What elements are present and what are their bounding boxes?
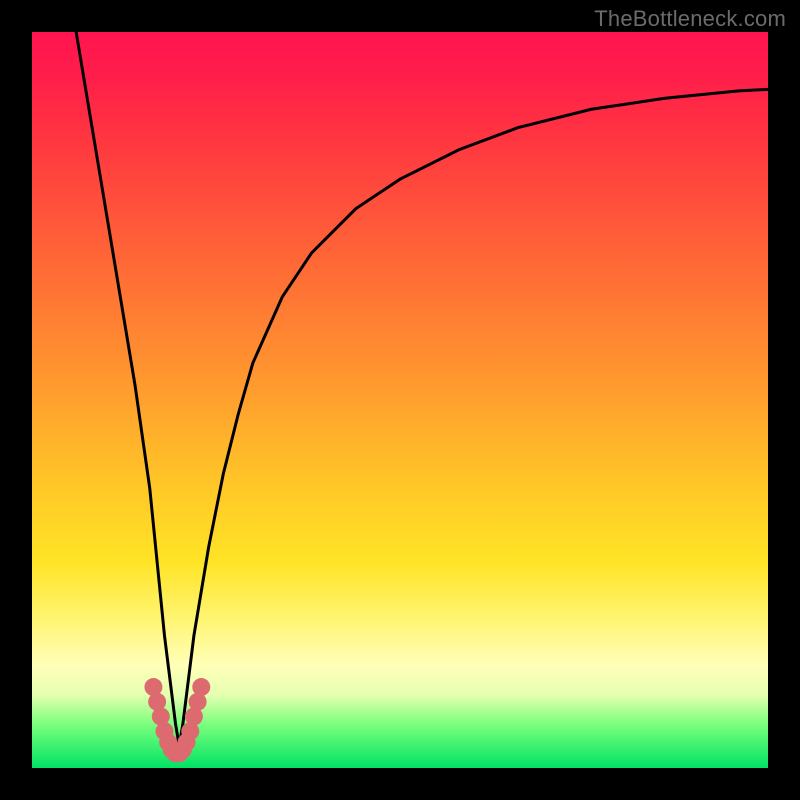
plot-area <box>32 32 768 768</box>
chart-frame: TheBottleneck.com <box>0 0 800 800</box>
curve-layer <box>32 32 768 768</box>
bottleneck-marker-band <box>144 678 210 762</box>
bottleneck-curve <box>76 32 768 746</box>
marker-dot <box>192 678 210 696</box>
watermark-text: TheBottleneck.com <box>594 6 786 32</box>
